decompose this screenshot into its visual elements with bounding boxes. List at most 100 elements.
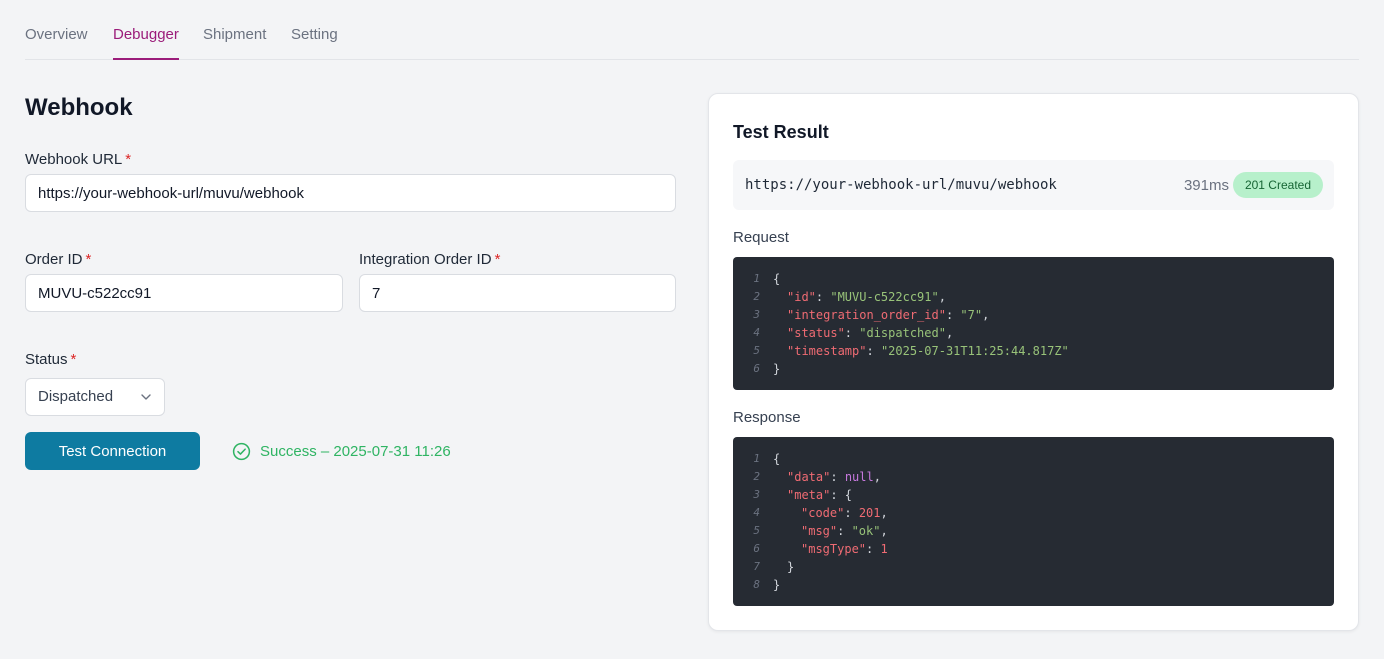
test-result-card: Test Result https://your-webhook-url/muv… bbox=[708, 93, 1359, 631]
code-token: "2025-07-31T11:25:44.817Z" bbox=[880, 344, 1069, 358]
code-content: "id": "MUVU-c522cc91", bbox=[787, 288, 946, 306]
request-line: 1{ bbox=[733, 270, 1334, 288]
code-content: "status": "dispatched", bbox=[787, 324, 953, 342]
code-token: : bbox=[844, 326, 860, 340]
code-token: "data" bbox=[787, 470, 831, 484]
code-content: "msgType": 1 bbox=[801, 540, 888, 558]
code-content: "data": null, bbox=[787, 468, 881, 486]
code-token: , bbox=[945, 326, 954, 340]
code-token: "MUVU-c522cc91" bbox=[830, 290, 939, 304]
result-url-bar: https://your-webhook-url/muvu/webhook 39… bbox=[733, 160, 1334, 210]
code-token: : bbox=[844, 506, 859, 520]
line-number: 5 bbox=[753, 344, 760, 357]
status-label-text: Status bbox=[25, 351, 68, 368]
integration-order-id-label-text: Integration Order ID bbox=[359, 251, 492, 268]
line-number: 6 bbox=[753, 362, 760, 375]
result-url: https://your-webhook-url/muvu/webhook bbox=[745, 177, 1057, 193]
request-line: 4 "status": "dispatched", bbox=[733, 324, 1334, 342]
line-number: 4 bbox=[753, 506, 760, 519]
request-line: 5 "timestamp": "2025-07-31T11:25:44.817Z" bbox=[733, 342, 1334, 360]
code-token: "code" bbox=[801, 506, 845, 520]
webhook-url-input[interactable] bbox=[25, 174, 676, 212]
order-id-input[interactable] bbox=[25, 274, 343, 312]
code-token: : bbox=[815, 290, 831, 304]
code-content: } bbox=[773, 576, 780, 594]
code-token: : { bbox=[830, 488, 853, 502]
line-number: 5 bbox=[753, 524, 760, 537]
test-result-title: Test Result bbox=[733, 122, 829, 142]
line-number: 8 bbox=[753, 578, 760, 591]
tab-bar: Overview Debugger Shipment Setting bbox=[25, 0, 1359, 60]
required-marker: * bbox=[125, 151, 132, 168]
request-line: 6} bbox=[733, 360, 1334, 378]
line-number: 7 bbox=[753, 560, 760, 573]
code-content: } bbox=[787, 558, 794, 576]
code-token: : bbox=[866, 344, 881, 358]
code-token: , bbox=[873, 470, 881, 484]
response-line: 2 "data": null, bbox=[733, 468, 1334, 486]
order-id-label-text: Order ID bbox=[25, 251, 83, 268]
response-label: Response bbox=[733, 409, 801, 426]
request-label: Request bbox=[733, 229, 789, 246]
code-token: , bbox=[880, 506, 888, 520]
response-line: 3 "meta": { bbox=[733, 486, 1334, 504]
test-connection-button[interactable]: Test Connection bbox=[25, 432, 200, 470]
response-line: 5 "msg": "ok", bbox=[733, 522, 1334, 540]
integration-order-id-label: Integration Order ID * bbox=[359, 251, 500, 268]
code-token: "meta" bbox=[787, 488, 831, 502]
request-line: 3 "integration_order_id": "7", bbox=[733, 306, 1334, 324]
line-number: 3 bbox=[753, 308, 760, 321]
check-circle-icon bbox=[232, 442, 251, 460]
code-token: "msg" bbox=[801, 524, 838, 538]
response-line: 1{ bbox=[733, 450, 1334, 468]
code-token: null bbox=[844, 470, 874, 484]
response-line: 4 "code": 201, bbox=[733, 504, 1334, 522]
webhook-url-label: Webhook URL * bbox=[25, 151, 131, 168]
integration-order-id-input[interactable] bbox=[359, 274, 676, 312]
page-title: Webhook bbox=[25, 94, 133, 121]
code-token: "integration_order_id" bbox=[787, 308, 946, 322]
code-content: "meta": { bbox=[787, 486, 852, 504]
tab-shipment[interactable]: Shipment bbox=[203, 26, 266, 60]
webhook-url-label-text: Webhook URL bbox=[25, 151, 123, 168]
code-token: { bbox=[773, 272, 781, 286]
code-token: } bbox=[773, 578, 781, 592]
line-number: 1 bbox=[753, 272, 760, 285]
request-line: 2 "id": "MUVU-c522cc91", bbox=[733, 288, 1334, 306]
status-select-value: Dispatched bbox=[38, 388, 114, 405]
tab-setting[interactable]: Setting bbox=[291, 26, 338, 60]
status-select[interactable]: Dispatched bbox=[25, 378, 165, 416]
required-marker: * bbox=[85, 251, 92, 268]
code-token: "status" bbox=[787, 326, 845, 340]
code-token: , bbox=[938, 290, 946, 304]
code-token: "timestamp" bbox=[787, 344, 867, 358]
code-token: , bbox=[880, 524, 888, 538]
code-token: 1 bbox=[880, 542, 888, 556]
required-marker: * bbox=[70, 351, 77, 368]
request-code-block: 1{2 "id": "MUVU-c522cc91", 3 "integration_o… bbox=[733, 257, 1334, 390]
code-token: "7" bbox=[960, 308, 983, 322]
tab-debugger[interactable]: Debugger bbox=[113, 26, 179, 60]
order-id-label: Order ID * bbox=[25, 251, 91, 268]
code-token: : bbox=[866, 542, 881, 556]
code-token: "msgType" bbox=[801, 542, 867, 556]
success-status: Success – 2025-07-31 11:26 bbox=[232, 441, 451, 461]
status-label: Status * bbox=[25, 351, 76, 368]
code-token: "dispatched" bbox=[859, 326, 946, 340]
line-number: 4 bbox=[753, 326, 760, 339]
status-badge: 201 Created bbox=[1232, 172, 1323, 198]
code-token: : bbox=[830, 470, 845, 484]
code-token: , bbox=[982, 308, 990, 322]
required-marker: * bbox=[494, 251, 501, 268]
code-content: "code": 201, bbox=[801, 504, 888, 522]
chevron-down-icon bbox=[141, 394, 151, 400]
code-content: "msg": "ok", bbox=[801, 522, 888, 540]
code-content: { bbox=[773, 450, 780, 468]
tab-overview[interactable]: Overview bbox=[25, 26, 88, 60]
response-code-block: 1{2 "data": null, 3 "meta": {4 "code": 201, 5… bbox=[733, 437, 1334, 606]
code-token: } bbox=[773, 362, 781, 376]
code-content: "integration_order_id": "7", bbox=[787, 306, 989, 324]
line-number: 3 bbox=[753, 488, 760, 501]
code-token: { bbox=[773, 452, 781, 466]
code-token: : bbox=[837, 524, 852, 538]
